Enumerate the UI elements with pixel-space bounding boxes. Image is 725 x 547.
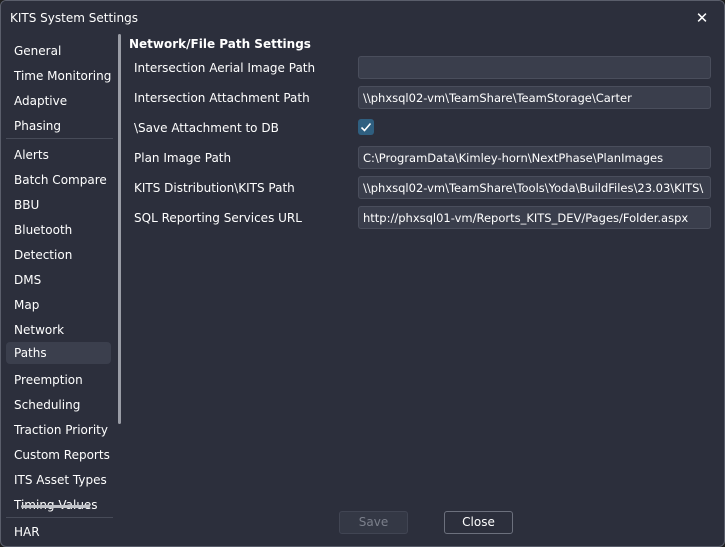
sidebar-item-label: Custom Reports: [14, 448, 110, 462]
kits-path-field[interactable]: [358, 176, 711, 199]
sidebar-item-label: ITS Asset Types: [14, 473, 107, 487]
sidebar-item-adaptive[interactable]: Adaptive: [6, 90, 111, 112]
reporting-url-field[interactable]: [358, 206, 711, 229]
sidebar-item-label: Map: [14, 298, 40, 312]
sidebar-item-label: Batch Compare: [14, 173, 107, 187]
sidebar-item-label: Time Monitoring: [14, 69, 112, 83]
sidebar-item-paths[interactable]: Paths: [6, 342, 111, 364]
reporting-url-label: SQL Reporting Services URL: [134, 211, 302, 225]
sidebar-item-label: Traction Priority: [14, 423, 108, 437]
settings-window: KITS System Settings ✕ General Time Moni…: [0, 0, 725, 547]
window-title: KITS System Settings: [10, 11, 138, 25]
sidebar-item-general[interactable]: General: [6, 40, 111, 62]
sidebar-item-dms[interactable]: DMS: [6, 269, 111, 291]
sidebar-item-bbu[interactable]: BBU: [6, 194, 111, 216]
sidebar-item-detection[interactable]: Detection: [6, 244, 111, 266]
sidebar-item-label: General: [14, 44, 62, 58]
kits-path-input[interactable]: [359, 177, 710, 198]
aerial-image-path-input[interactable]: [359, 57, 710, 78]
plan-image-path-field[interactable]: [358, 146, 711, 169]
horizontal-scrollbar[interactable]: [21, 505, 90, 508]
sidebar-item-label: DMS: [14, 273, 42, 287]
close-icon[interactable]: ✕: [692, 8, 712, 28]
sidebar-item-label: Phasing: [14, 119, 62, 133]
sidebar-item-preemption[interactable]: Preemption: [6, 369, 111, 391]
attachment-path-input[interactable]: [359, 87, 710, 108]
sidebar-item-time-monitoring[interactable]: Time Monitoring: [6, 65, 111, 87]
sidebar-item-label: HAR: [14, 525, 40, 539]
sidebar-item-label: Alerts: [14, 148, 49, 162]
save-attachment-label: \Save Attachment to DB: [134, 121, 279, 135]
sidebar-item-phasing[interactable]: Phasing: [6, 115, 111, 137]
sidebar-item-its-asset-types[interactable]: ITS Asset Types: [6, 469, 111, 491]
sidebar-item-traction-priority[interactable]: Traction Priority: [6, 419, 111, 441]
sidebar-nav: General Time Monitoring Adaptive Phasing…: [1, 35, 121, 546]
checkmark-icon: [360, 122, 372, 132]
sidebar-item-label: Network: [14, 323, 65, 337]
plan-image-path-input[interactable]: [359, 147, 710, 168]
sidebar-divider: [6, 138, 113, 139]
sidebar-item-har[interactable]: HAR: [6, 521, 111, 543]
close-button[interactable]: Close: [444, 511, 513, 534]
sidebar-item-label: Adaptive: [14, 94, 68, 108]
attachment-path-label: Intersection Attachment Path: [134, 91, 310, 105]
section-title: Network/File Path Settings: [129, 37, 311, 51]
kits-path-label: KITS Distribution\KITS Path: [134, 181, 295, 195]
sidebar-item-label: Scheduling: [14, 398, 81, 412]
save-button[interactable]: Save: [339, 511, 408, 534]
sidebar-item-batch-compare[interactable]: Batch Compare: [6, 169, 111, 191]
sidebar-item-bluetooth[interactable]: Bluetooth: [6, 219, 111, 241]
sidebar-item-label: Preemption: [14, 373, 83, 387]
sidebar-item-label: Detection: [14, 248, 73, 262]
aerial-image-path-field[interactable]: [358, 56, 711, 79]
sidebar-item-scheduling[interactable]: Scheduling: [6, 394, 111, 416]
aerial-image-path-label: Intersection Aerial Image Path: [134, 61, 316, 75]
title-bar: KITS System Settings ✕: [1, 1, 724, 35]
sidebar-item-network[interactable]: Network: [6, 319, 111, 341]
sidebar-item-label: Paths: [14, 346, 47, 360]
sidebar-item-custom-reports[interactable]: Custom Reports: [6, 444, 111, 466]
plan-image-path-label: Plan Image Path: [134, 151, 232, 165]
sidebar-item-alerts[interactable]: Alerts: [6, 144, 111, 166]
attachment-path-field[interactable]: [358, 86, 711, 109]
reporting-url-input[interactable]: [359, 207, 710, 228]
sidebar-item-map[interactable]: Map: [6, 294, 111, 316]
sidebar-item-label: Bluetooth: [14, 223, 73, 237]
sidebar-scrollbar[interactable]: [118, 34, 121, 424]
save-attachment-checkbox[interactable]: [358, 119, 374, 135]
sidebar-item-label: BBU: [14, 198, 40, 212]
sidebar-divider: [6, 517, 113, 518]
